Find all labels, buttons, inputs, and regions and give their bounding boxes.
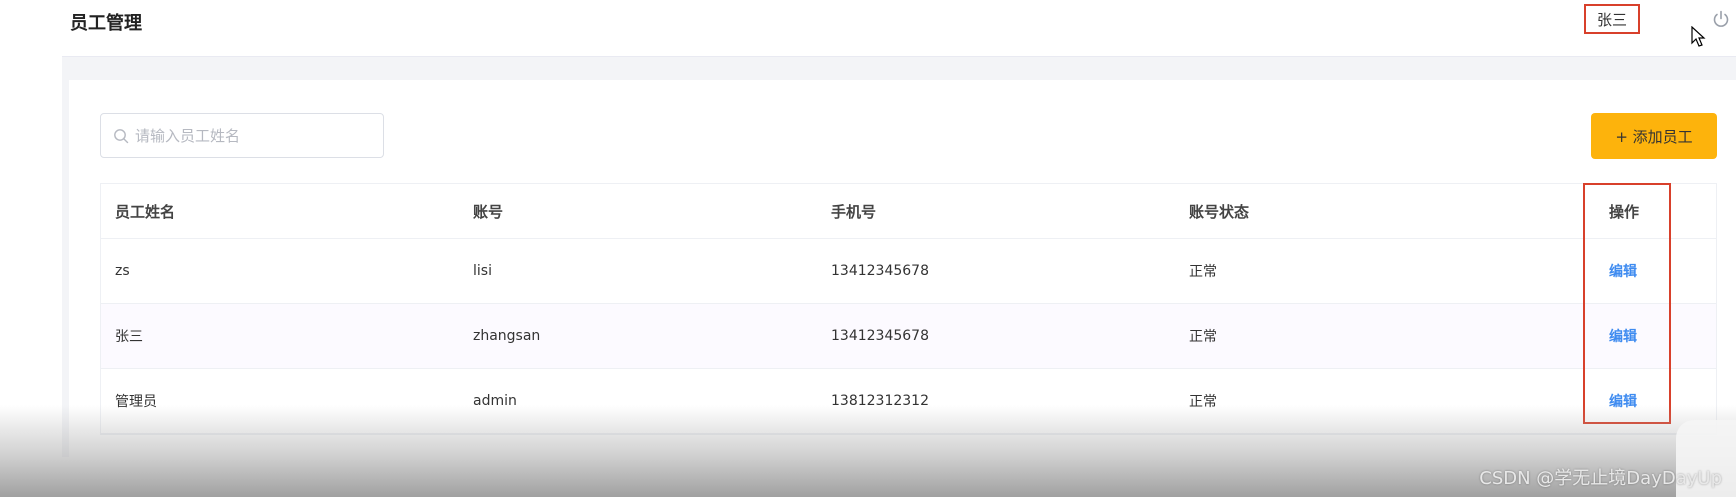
cell-phone: 13412345678	[831, 263, 929, 279]
cell-status: 正常	[1189, 329, 1217, 345]
column-header-name: 员工姓名	[115, 202, 176, 221]
column-header-phone: 手机号	[831, 202, 877, 221]
watermark: CSDN @学无止境DayDayUp	[1479, 468, 1722, 489]
column-header-status: 账号状态	[1189, 202, 1250, 221]
edit-link[interactable]: 编辑	[1609, 261, 1637, 281]
header: 员工管理	[62, 0, 1736, 57]
table-row: zs lisi 13412345678 正常 编辑	[101, 239, 1716, 304]
cell-phone: 13412345678	[831, 328, 929, 344]
page-title: 员工管理	[70, 13, 142, 34]
table-header-row: 员工姓名 账号 手机号 账号状态 操作	[101, 184, 1716, 239]
search-icon	[114, 129, 129, 144]
edit-link[interactable]: 编辑	[1609, 391, 1637, 411]
cell-name: 张三	[115, 329, 143, 345]
cell-actions: 编辑	[1609, 369, 1637, 433]
cell-phone: 13812312312	[831, 393, 929, 409]
user-name-button[interactable]: 张三	[1584, 4, 1640, 34]
cell-status: 正常	[1189, 394, 1217, 410]
cell-account: lisi	[473, 263, 492, 279]
table-row: 管理员 admin 13812312312 正常 编辑	[101, 369, 1716, 434]
cell-name: 管理员	[115, 394, 157, 410]
column-header-actions: 操作	[1609, 202, 1640, 221]
employee-table: 员工姓名 账号 手机号 账号状态 操作 zs lisi 13412345678 …	[100, 183, 1717, 435]
column-header-account: 账号	[473, 202, 504, 221]
cell-name: zs	[115, 263, 130, 279]
search-box[interactable]	[100, 113, 384, 158]
power-icon[interactable]	[1712, 10, 1730, 28]
cell-status: 正常	[1189, 264, 1217, 280]
search-input[interactable]	[135, 114, 375, 157]
page: 员工管理 张三 + 添加员工 员工姓名 账号 手机号 账号状态 操作 zs li…	[0, 0, 1736, 497]
cell-actions: 编辑	[1609, 304, 1637, 368]
cell-account: admin	[473, 393, 517, 409]
left-strip	[0, 0, 62, 497]
mouse-cursor-icon	[1691, 26, 1706, 47]
table-row: 张三 zhangsan 13412345678 正常 编辑	[101, 304, 1716, 369]
add-employee-button[interactable]: + 添加员工	[1591, 113, 1717, 159]
cell-account: zhangsan	[473, 328, 541, 344]
edit-link[interactable]: 编辑	[1609, 326, 1637, 346]
cell-actions: 编辑	[1609, 239, 1637, 303]
